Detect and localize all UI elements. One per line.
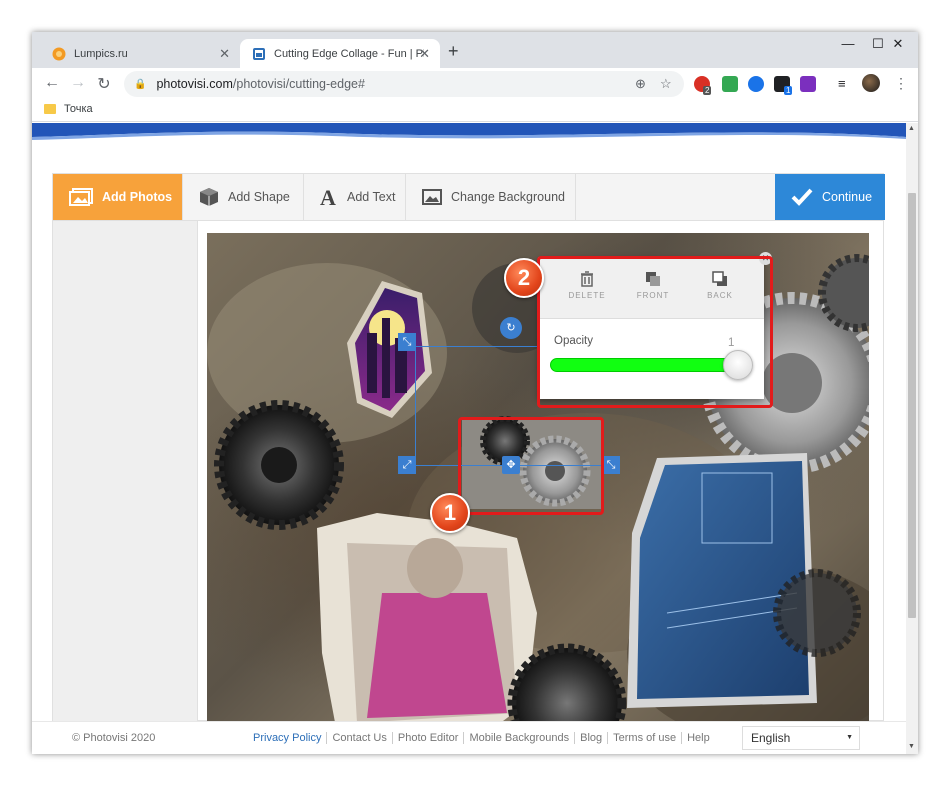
footer-link-terms[interactable]: Terms of use bbox=[608, 732, 683, 744]
forward-arrow-icon[interactable]: → bbox=[68, 74, 88, 92]
lumpics-favicon-icon bbox=[52, 47, 66, 60]
footer-link-mobile-backgrounds[interactable]: Mobile Backgrounds bbox=[464, 732, 576, 744]
change-background-label: Change Background bbox=[451, 190, 565, 204]
folder-icon bbox=[44, 104, 56, 114]
page-footer: © Photovisi 2020 Privacy Policy Contact … bbox=[32, 721, 906, 754]
resize-handle-top-left-icon[interactable]: ⤡ bbox=[398, 333, 416, 351]
tab-lumpics[interactable]: Lumpics.ru ✕ bbox=[40, 39, 240, 68]
reload-icon[interactable]: ↻ bbox=[94, 74, 114, 94]
new-tab-button[interactable]: + bbox=[448, 41, 459, 62]
scroll-up-arrow-icon[interactable]: ▲ bbox=[908, 125, 915, 132]
close-window-button[interactable]: ✕ bbox=[878, 36, 918, 52]
back-arrow-icon[interactable]: ← bbox=[42, 74, 62, 92]
tab-strip: Lumpics.ru ✕ Cutting Edge Collage - Fun … bbox=[32, 32, 918, 68]
continue-button[interactable]: Continue bbox=[775, 174, 885, 220]
footer-links: Privacy Policy Contact Us Photo Editor M… bbox=[248, 732, 715, 744]
browser-menu-icon[interactable]: ⋮ bbox=[894, 75, 908, 92]
tab-photovisi[interactable]: Cutting Edge Collage - Fun | Photovisi ✕ bbox=[240, 39, 440, 68]
continue-label: Continue bbox=[822, 190, 873, 204]
add-icon[interactable]: ⊕ bbox=[635, 76, 646, 92]
blueprint-photo bbox=[627, 453, 817, 708]
rotate-handle-icon[interactable]: ↻ bbox=[500, 317, 522, 339]
address-bar[interactable]: 🔒 photovisi.com/photovisi/cutting-edge# bbox=[124, 71, 684, 97]
add-photos-label: Add Photos bbox=[102, 190, 173, 204]
extension-globe-icon[interactable] bbox=[748, 76, 764, 92]
add-text-label: Add Text bbox=[347, 190, 396, 204]
language-select[interactable]: English ▼ bbox=[742, 726, 860, 750]
footer-link-contact[interactable]: Contact Us bbox=[327, 732, 393, 744]
add-photos-button[interactable]: Add Photos bbox=[53, 174, 183, 220]
editor-toolbar: Add Photos Add Shape A Add Text Change B… bbox=[52, 173, 885, 221]
photos-icon bbox=[69, 188, 93, 206]
photos-side-panel bbox=[52, 221, 197, 721]
checkmark-icon bbox=[791, 188, 813, 206]
add-shape-button[interactable]: Add Shape bbox=[183, 174, 304, 220]
bookmark-item[interactable]: Точка bbox=[44, 103, 93, 115]
text-icon: A bbox=[320, 187, 336, 207]
copyright-text: © Photovisi 2020 bbox=[72, 732, 156, 744]
footer-link-help[interactable]: Help bbox=[682, 732, 715, 744]
lock-icon: 🔒 bbox=[134, 78, 147, 90]
profile-avatar[interactable] bbox=[862, 74, 880, 92]
language-value: English bbox=[751, 731, 791, 745]
svg-text:A: A bbox=[320, 187, 336, 207]
person-photo bbox=[317, 513, 537, 733]
tab-title: Lumpics.ru bbox=[74, 47, 128, 60]
add-text-button[interactable]: A Add Text bbox=[304, 174, 406, 220]
bookmark-label: Точка bbox=[64, 103, 93, 115]
browser-toolbar: ← → ↻ 🔒 photovisi.com/photovisi/cutting-… bbox=[32, 68, 918, 100]
footer-link-photo-editor[interactable]: Photo Editor bbox=[393, 732, 465, 744]
page-content: ▲ ▼ Add Photos Add Shape A Add Text Chan… bbox=[32, 123, 918, 754]
extension-purple-icon[interactable] bbox=[800, 76, 816, 92]
gear-dark-left bbox=[214, 400, 344, 530]
step-marker-2: 2 bbox=[504, 258, 544, 298]
selection-border-left bbox=[415, 346, 416, 471]
scroll-thumb[interactable] bbox=[908, 193, 916, 618]
tab-close-icon[interactable]: ✕ bbox=[419, 46, 430, 62]
media-control-icon[interactable]: ≡ bbox=[838, 76, 846, 91]
extension-badge: 1 bbox=[784, 86, 793, 95]
highlight-box-popup bbox=[537, 256, 773, 408]
photovisi-favicon-icon bbox=[253, 47, 265, 60]
highlight-box-selected-photo bbox=[458, 417, 604, 515]
page-scrollbar[interactable]: ▲ ▼ bbox=[906, 123, 918, 754]
tab-title: Cutting Edge Collage - Fun | Photovisi bbox=[274, 47, 424, 60]
url-path: /photovisi/cutting-edge# bbox=[232, 77, 365, 91]
bookmark-star-icon[interactable]: ☆ bbox=[660, 76, 672, 92]
extension-badge: 2 bbox=[703, 86, 712, 95]
step-marker-1: 1 bbox=[430, 493, 470, 533]
browser-window: Lumpics.ru ✕ Cutting Edge Collage - Fun … bbox=[32, 32, 918, 754]
chevron-down-icon: ▼ bbox=[846, 734, 853, 741]
cube-icon bbox=[200, 188, 218, 206]
resize-handle-bottom-left-icon[interactable]: ⤢ bbox=[398, 456, 416, 474]
footer-link-privacy[interactable]: Privacy Policy bbox=[248, 732, 328, 744]
bookmarks-bar: Точка bbox=[32, 100, 918, 122]
change-background-button[interactable]: Change Background bbox=[406, 174, 576, 220]
footer-link-blog[interactable]: Blog bbox=[575, 732, 609, 744]
extension-music-icon[interactable] bbox=[722, 76, 738, 92]
header-wave bbox=[32, 123, 906, 140]
image-icon bbox=[422, 189, 442, 205]
tab-close-icon[interactable]: ✕ bbox=[219, 46, 230, 62]
url-host: photovisi.com bbox=[156, 77, 233, 91]
scroll-down-arrow-icon[interactable]: ▼ bbox=[908, 743, 915, 750]
resize-handle-bottom-right-icon[interactable]: ⤡ bbox=[602, 456, 620, 474]
add-shape-label: Add Shape bbox=[228, 190, 290, 204]
